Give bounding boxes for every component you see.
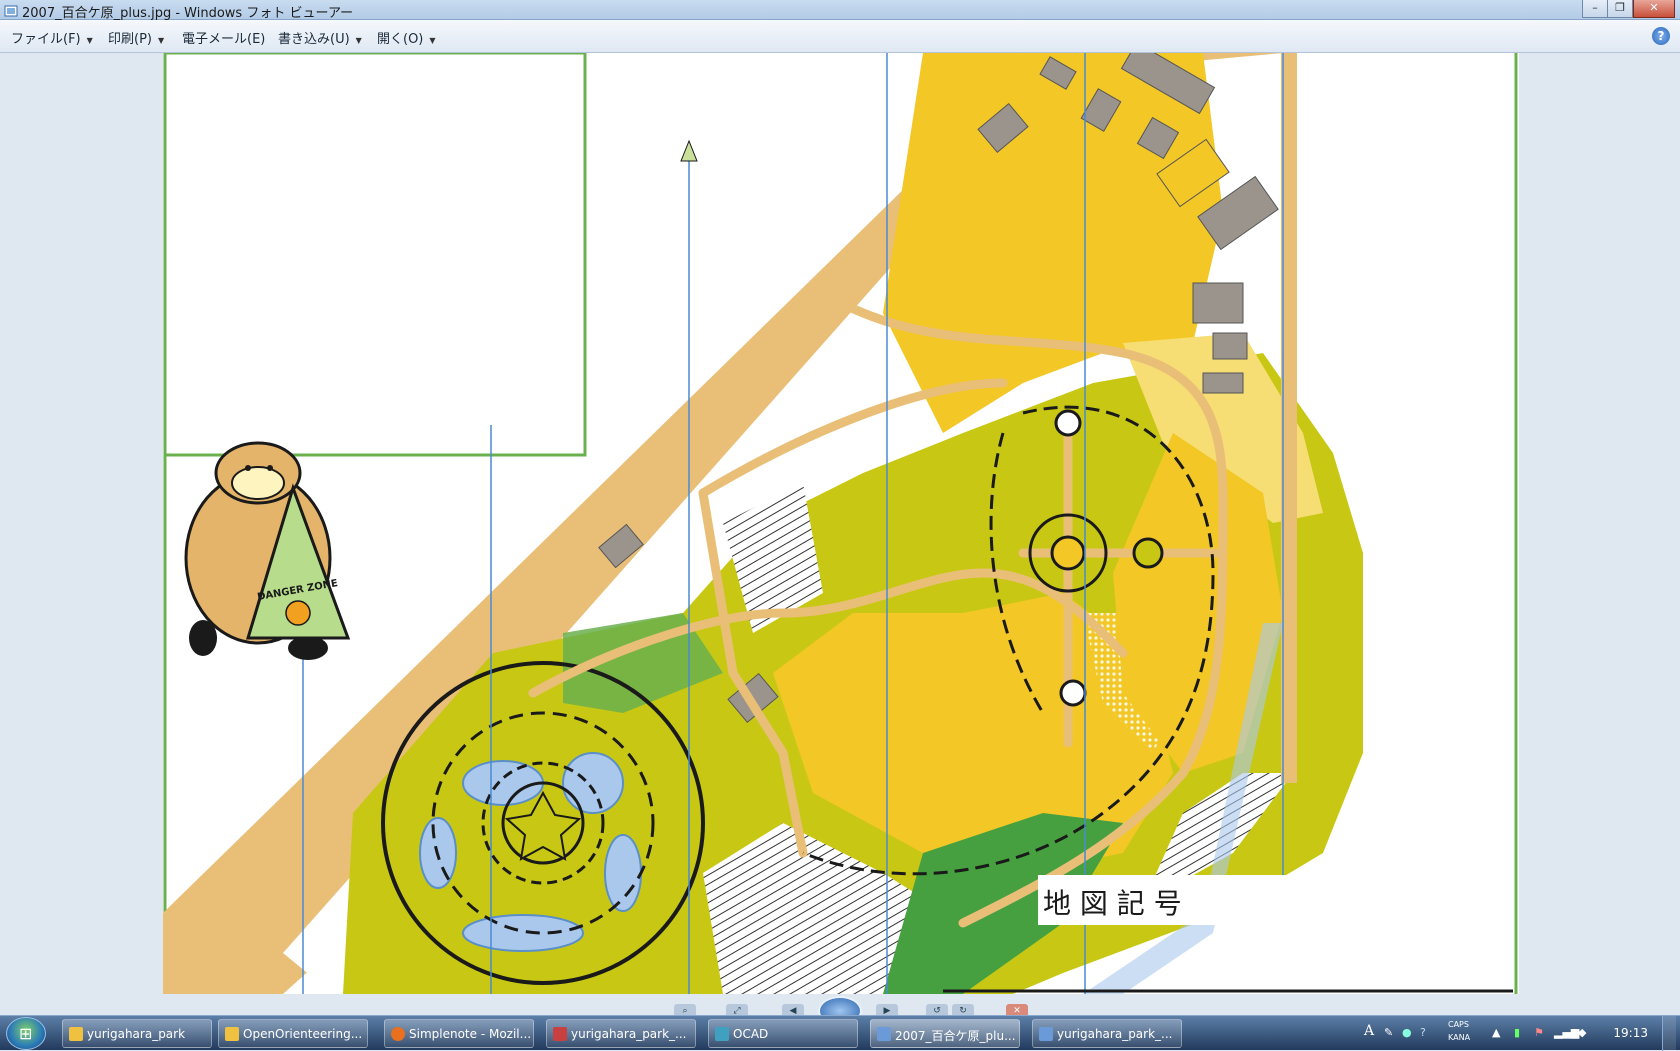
- battery-icon[interactable]: ▮: [1514, 1026, 1520, 1039]
- taskbar-item[interactable]: OpenOrienteering...: [218, 1019, 368, 1048]
- taskbar-item-label: 2007_百合ケ原_plu...: [895, 1029, 1016, 1043]
- photo-viewer-icon: [4, 3, 18, 17]
- help-tray-icon[interactable]: ?: [1420, 1026, 1426, 1039]
- kana-indicator: KANA: [1448, 1033, 1471, 1042]
- taskbar-item-label: yurigahara_park_...: [571, 1027, 687, 1041]
- menu-email-label: 電子メール(E): [182, 32, 266, 47]
- windows-logo-icon: ⊞: [19, 1024, 33, 1043]
- ime-icon[interactable]: A: [1364, 1023, 1374, 1039]
- close-button[interactable]: ✕: [1633, 0, 1675, 18]
- image-viewer: DANGER ZONE 地 図 記 号: [0, 53, 1680, 994]
- folder-icon: [225, 1027, 239, 1041]
- legend-heading: 地 図 記 号: [1043, 887, 1182, 920]
- taskbar-item-label: OpenOrienteering...: [243, 1027, 363, 1041]
- legend-box: [163, 53, 587, 457]
- taskbar-item-label: yurigahara_park_...: [1057, 1027, 1173, 1041]
- taskbar: ⊞ yurigahara_park OpenOrienteering... Si…: [0, 1015, 1680, 1051]
- chevron-down-icon: ▼: [355, 36, 362, 45]
- show-desktop-button[interactable]: [1662, 1016, 1676, 1051]
- taskbar-item[interactable]: 2007_百合ケ原_plu...: [870, 1019, 1020, 1048]
- taskbar-item[interactable]: yurigahara_park_...: [1032, 1019, 1182, 1048]
- tools-icon[interactable]: ✎: [1384, 1026, 1393, 1039]
- photo-viewer-icon: [1039, 1027, 1053, 1041]
- firefox-icon: [391, 1027, 405, 1041]
- menu-file-label: ファイル(F): [11, 32, 81, 47]
- north-arrow-icon: [680, 139, 698, 162]
- flag-icon[interactable]: ⚑: [1534, 1026, 1544, 1039]
- clock[interactable]: 19:13: [1613, 1026, 1648, 1040]
- title-bar: 2007_百合ケ原_plus.jpg - Windows フォト ビューアー –…: [0, 0, 1680, 21]
- minimize-button[interactable]: –: [1582, 0, 1608, 18]
- taskbar-item[interactable]: Simplenote - Mozil...: [384, 1019, 534, 1048]
- danger-zone-logo: DANGER ZONE: [184, 441, 351, 660]
- chevron-down-icon: ▼: [86, 36, 93, 45]
- taskbar-item[interactable]: OCAD: [708, 1019, 858, 1048]
- chevron-down-icon: ▼: [429, 36, 436, 45]
- taskbar-item-label: Simplenote - Mozil...: [409, 1027, 532, 1041]
- signal-icon[interactable]: ▂▄▆: [1554, 1026, 1579, 1039]
- menu-print-label: 印刷(P): [108, 32, 152, 47]
- folder-icon: [69, 1027, 83, 1041]
- menu-open[interactable]: 開く(O) ▼: [377, 28, 436, 47]
- dropbox-icon[interactable]: ◆: [1578, 1026, 1586, 1039]
- taskbar-item-label: yurigahara_park: [87, 1027, 186, 1041]
- menu-bar: ファイル(F) ▼ 印刷(P) ▼ 電子メール(E) 書き込み(U) ▼ 開く(O) ▼…: [0, 20, 1680, 53]
- maximize-button[interactable]: ❐: [1607, 0, 1633, 18]
- help-icon[interactable]: ?: [1652, 27, 1670, 45]
- menu-burn-label: 書き込み(U): [278, 32, 350, 47]
- chevron-up-icon[interactable]: ▲: [1492, 1026, 1500, 1039]
- chevron-down-icon: ▼: [157, 36, 165, 45]
- taskbar-item[interactable]: yurigahara_park: [62, 1019, 212, 1048]
- start-button[interactable]: ⊞: [6, 1017, 46, 1050]
- orienteering-map-image: DANGER ZONE 地 図 記 号: [163, 53, 1519, 994]
- menu-print[interactable]: 印刷(P) ▼: [108, 28, 164, 47]
- photo-viewer-icon: [877, 1027, 891, 1041]
- network-app-icon[interactable]: ●: [1402, 1026, 1412, 1039]
- menu-file[interactable]: ファイル(F) ▼: [11, 28, 93, 47]
- menu-open-label: 開く(O): [377, 32, 424, 47]
- map-graphic: DANGER ZONE 地 図 記 号: [163, 53, 1518, 994]
- ocad-icon: [715, 1027, 729, 1041]
- caps-indicator: CAPS: [1448, 1020, 1469, 1029]
- ocad-doc-icon: [553, 1027, 567, 1041]
- menu-burn[interactable]: 書き込み(U) ▼: [278, 28, 362, 47]
- window-title: 2007_百合ケ原_plus.jpg - Windows フォト ビューアー: [22, 6, 354, 21]
- taskbar-item[interactable]: yurigahara_park_...: [546, 1019, 696, 1048]
- taskbar-item-label: OCAD: [733, 1027, 769, 1041]
- menu-email[interactable]: 電子メール(E): [182, 28, 265, 47]
- system-tray: A ✎ ● ? CAPS KANA ▲ ▮ ⚑ ▂▄▆ ◆ 19:13: [1364, 1016, 1676, 1051]
